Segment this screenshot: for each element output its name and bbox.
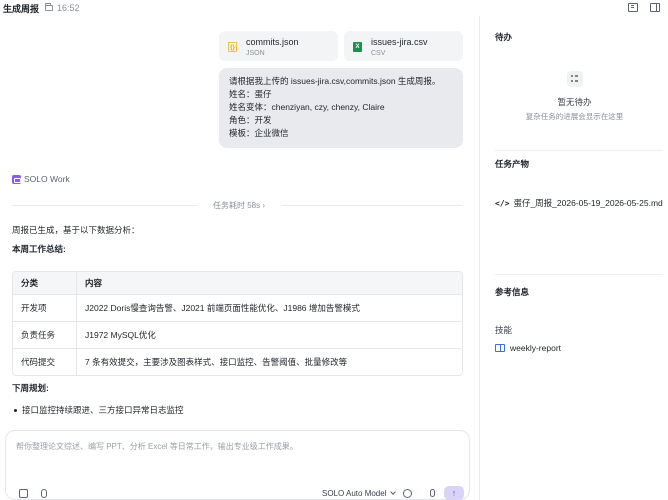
- table-row: 负责任务 J1972 MySQL优化: [13, 321, 462, 348]
- model-name: SOLO Auto Model: [322, 489, 387, 498]
- chevron-down-icon: [390, 489, 397, 495]
- attachment-name: issues-jira.csv: [371, 37, 428, 47]
- right-sidebar: 待办 暂无待办 复杂任务的进展会显示在这里 任务产物 </> 蛋仔_周报_202…: [479, 16, 668, 500]
- table-cell: 7 条有效提交，主要涉及图表样式、接口监控、告警阈值、批量修改等: [85, 357, 348, 367]
- user-message-bubble: 请根据我上传的 issues-jira.csv,commits.json 生成周…: [219, 68, 463, 148]
- json-file-icon: {}: [228, 42, 237, 52]
- message-line: 姓名变体：chenziyan, czy, chenzy, Claire: [229, 102, 385, 112]
- table-cell: 负责任务: [21, 330, 56, 340]
- empty-list-icon: [567, 71, 583, 87]
- divider: [495, 274, 663, 275]
- folder-icon[interactable]: [45, 3, 54, 11]
- table-cell: 代码提交: [21, 357, 56, 367]
- attachment-card-csv[interactable]: X issues-jira.csv CSV: [344, 31, 463, 61]
- message-line: 模板：企业微信: [229, 128, 289, 138]
- divider: [281, 205, 463, 206]
- composer-placeholder: 帮你整理论文综述、编写 PPT、分析 Excel 等日常工作，输出专业级工作成果…: [16, 442, 298, 451]
- code-icon: </>: [495, 198, 510, 208]
- skills-label: 技能: [495, 325, 513, 335]
- model-selector[interactable]: SOLO Auto Model: [322, 489, 397, 498]
- skill-item[interactable]: weekly-report: [495, 343, 561, 353]
- divider: [12, 205, 197, 206]
- page-title: 生成周报: [3, 3, 40, 14]
- task-elapsed-toggle[interactable]: 任务耗时 58s ›: [199, 200, 279, 211]
- summary-table: 分类 内容 开发项 J2022 Doris慢查询告警、J2021 前端页面性能优…: [12, 271, 463, 376]
- summary-heading: 本周工作总结:: [12, 244, 66, 254]
- artifacts-title: 任务产物: [495, 159, 530, 169]
- elapsed-text: 任务耗时 58s: [212, 201, 261, 210]
- bullet-dot: [14, 408, 17, 412]
- skill-name: weekly-report: [510, 343, 562, 353]
- prompt-composer[interactable]: 帮你整理论文综述、编写 PPT、分析 Excel 等日常工作，输出专业级工作成果…: [5, 430, 470, 500]
- table-header-row: 分类 内容: [13, 272, 462, 294]
- sidebar-toggle-icon[interactable]: [650, 3, 660, 12]
- attachment-type: CSV: [371, 50, 386, 57]
- edit-icon[interactable]: [19, 489, 28, 498]
- agent-logo-icon: [12, 174, 21, 184]
- book-icon: [495, 344, 505, 352]
- microphone-icon[interactable]: [430, 489, 435, 497]
- window-controls: [628, 3, 660, 12]
- table-cell: J2022 Doris慢查询告警、J2021 前端页面性能优化、J1986 增加…: [85, 303, 360, 313]
- empty-todo-subtitle: 复杂任务的进展会显示在这里: [525, 112, 624, 121]
- message-line: 姓名：蛋仔: [229, 89, 272, 99]
- attachment-type: JSON: [246, 50, 265, 57]
- next-week-heading: 下周规划:: [12, 383, 49, 393]
- artifact-file-link[interactable]: </> 蛋仔_周报_2026-05-19_2026-05-25.md: [495, 197, 663, 209]
- agent-label: SOLO Work: [12, 174, 70, 184]
- send-button[interactable]: ↑: [444, 486, 464, 500]
- list-item-text: 接口监控持续跟进、三方接口异常日志监控: [22, 405, 184, 415]
- empty-todo-title: 暂无待办: [557, 97, 592, 107]
- agent-name: SOLO Work: [24, 174, 70, 184]
- column-header: 内容: [85, 278, 103, 288]
- timestamp: 16:52: [57, 3, 80, 13]
- todo-title: 待办: [495, 32, 513, 42]
- excel-file-icon: X: [353, 42, 362, 52]
- attachment-name: commits.json: [246, 37, 299, 47]
- attachment-card-json[interactable]: {} commits.json JSON: [219, 31, 338, 61]
- chat-bubble-icon[interactable]: [403, 489, 412, 498]
- terminal-panel-icon[interactable]: [628, 3, 638, 12]
- table-row: 开发项 J2022 Doris慢查询告警、J2021 前端页面性能优化、J198…: [13, 294, 462, 321]
- top-bar: 生成周报 16:52: [0, 0, 668, 16]
- message-line: 角色：开发: [229, 115, 272, 125]
- divider: [495, 150, 663, 151]
- reference-title: 参考信息: [495, 287, 530, 297]
- attach-icon[interactable]: [41, 489, 47, 498]
- table-cell: 开发项: [21, 303, 47, 313]
- list-item: 接口监控持续跟进、三方接口异常日志监控: [14, 404, 184, 416]
- chevron-right-icon: ›: [262, 201, 266, 210]
- column-header: 分类: [21, 278, 39, 288]
- table-row: 代码提交 7 条有效提交，主要涉及图表样式、接口监控、告警阈值、批量修改等: [13, 348, 462, 375]
- artifact-filename: 蛋仔_周报_2026-05-19_2026-05-25.md: [513, 198, 663, 208]
- message-line: 请根据我上传的 issues-jira.csv,commits.json 生成周…: [229, 76, 441, 86]
- table-cell: J1972 MySQL优化: [85, 330, 156, 340]
- response-intro: 周报已生成，基于以下数据分析：: [12, 225, 140, 235]
